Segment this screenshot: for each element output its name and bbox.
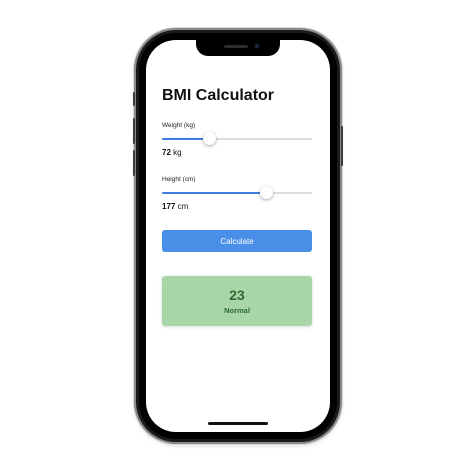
phone-frame: BMI Calculator Weight (kg) 72 kg Height …: [133, 30, 343, 442]
weight-slider-thumb[interactable]: [202, 132, 216, 145]
power-button: [341, 126, 343, 166]
weight-label: Weight (kg): [162, 122, 196, 129]
bmi-value: 23: [229, 287, 245, 303]
height-slider[interactable]: [162, 186, 312, 199]
mute-switch: [133, 92, 135, 106]
volume-up-button: [133, 118, 135, 144]
app-screen: BMI Calculator Weight (kg) 72 kg Height …: [146, 40, 330, 432]
height-slider-thumb[interactable]: [259, 186, 273, 199]
height-readout: 177 cm: [162, 202, 188, 211]
height-slider-fill: [162, 192, 266, 194]
weight-slider-fill: [162, 138, 209, 140]
page-title: BMI Calculator: [162, 87, 275, 104]
camera-icon: [254, 43, 260, 49]
speaker-grille: [224, 45, 248, 48]
calculate-button[interactable]: Calculate: [162, 230, 312, 252]
height-unit: cm: [177, 202, 189, 211]
volume-down-button: [133, 150, 135, 176]
weight-readout: 72 kg: [162, 148, 182, 157]
home-indicator[interactable]: [208, 422, 268, 425]
height-value: 177: [162, 202, 176, 211]
weight-slider[interactable]: [162, 132, 312, 145]
height-label: Height (cm): [162, 176, 196, 183]
weight-unit: kg: [173, 148, 182, 157]
notch: [196, 40, 280, 56]
bmi-category: Normal: [224, 306, 250, 315]
result-card: 23 Normal: [162, 276, 312, 326]
weight-value: 72: [162, 148, 171, 157]
